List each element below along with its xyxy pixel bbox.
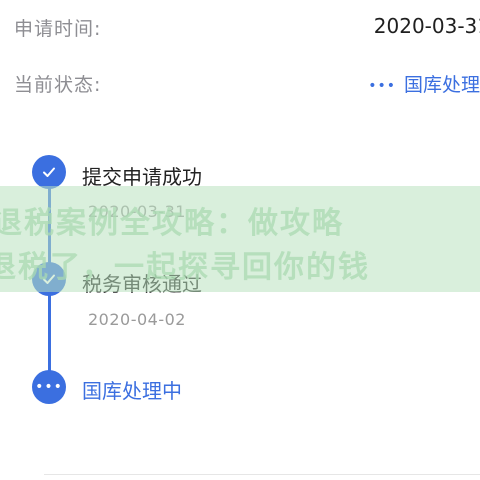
status-value: 国库处理 bbox=[403, 74, 480, 96]
divider bbox=[44, 474, 480, 475]
watermark-line-1: 退税案例全攻略：做攻略 bbox=[0, 206, 344, 241]
check-icon bbox=[32, 155, 66, 189]
status-row: 当前状态: ••• 国库处理 bbox=[0, 60, 480, 100]
status-value-wrap[interactable]: ••• 国库处理 bbox=[368, 70, 480, 97]
apply-time-row: 申请时间: 2020-03-31 bbox=[0, 4, 480, 44]
more-dots-icon: ••• bbox=[368, 77, 396, 94]
ellipsis-icon: ••• bbox=[32, 370, 66, 404]
apply-time-value: 2020-03-31 bbox=[373, 14, 480, 38]
watermark-overlay: 退税案例全攻略：做攻略 退税了，一起探寻回你的钱 bbox=[0, 186, 480, 292]
apply-time-label: 申请时间: bbox=[14, 18, 102, 40]
watermark-line-2: 退税了，一起探寻回你的钱 bbox=[0, 250, 370, 285]
timeline-step-date: 2020-04-02 bbox=[88, 310, 186, 329]
status-label: 当前状态: bbox=[14, 74, 102, 96]
timeline-step-title-current: 国库处理中 bbox=[82, 379, 182, 403]
